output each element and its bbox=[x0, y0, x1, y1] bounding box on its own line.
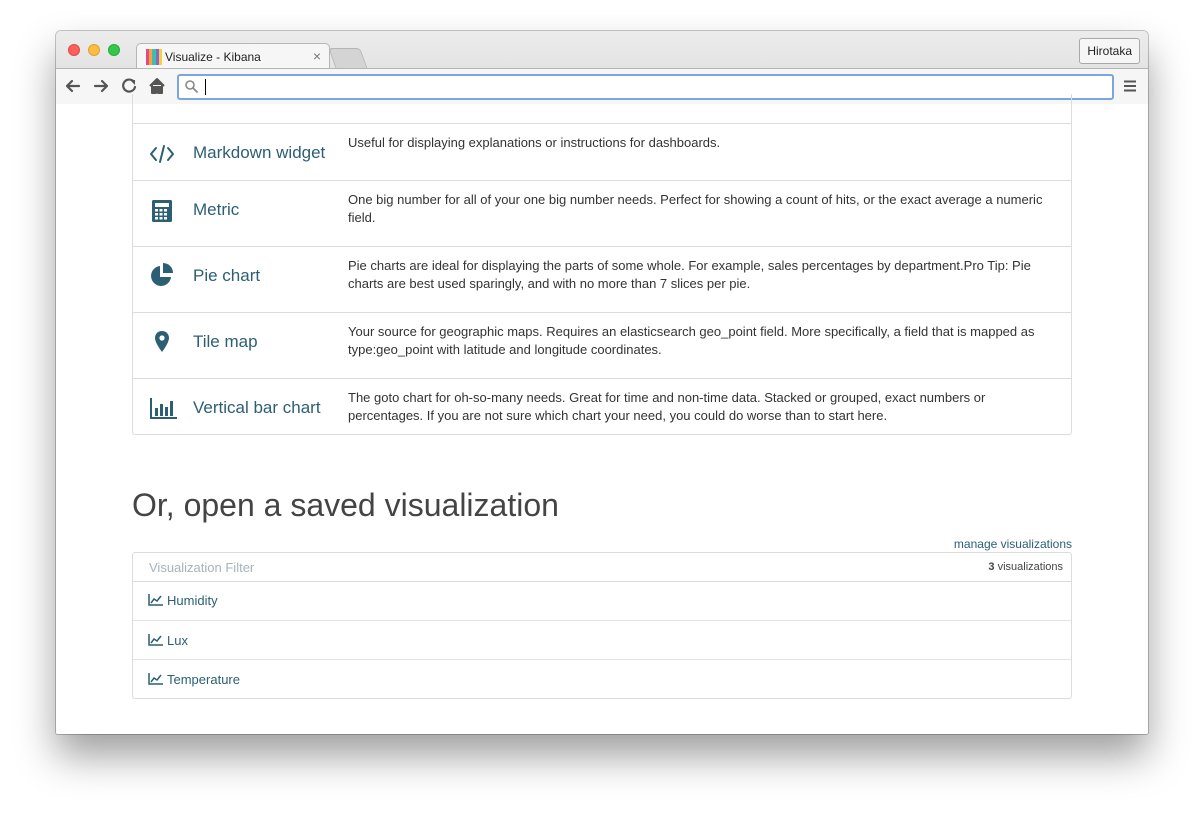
visualization-filter-input[interactable] bbox=[149, 557, 749, 577]
visualization-count: 3 visualizations bbox=[988, 561, 1063, 573]
vis-type-description: Useful for displaying explanations or in… bbox=[348, 135, 721, 150]
minimize-window-button[interactable] bbox=[88, 44, 100, 56]
kibana-favicon-icon bbox=[146, 49, 163, 65]
saved-visualization-label[interactable]: Humidity bbox=[167, 593, 218, 608]
manage-visualizations-link[interactable]: manage visualizations bbox=[954, 537, 1072, 551]
vis-type-name[interactable]: Metric bbox=[193, 200, 239, 220]
saved-visualizations-heading: Or, open a saved visualization bbox=[132, 487, 559, 523]
vis-type-name[interactable]: Pie chart bbox=[193, 266, 260, 286]
browser-tab[interactable]: Visualize - Kibana × bbox=[136, 43, 330, 70]
visualization-type-list: Markdown widget Useful for displaying ex… bbox=[132, 94, 1072, 435]
vis-type-description: Your source for geographic maps. Require… bbox=[348, 324, 1035, 357]
visualization-filter-bar: 3 visualizations bbox=[132, 552, 1072, 582]
vis-type-name[interactable]: Vertical bar chart bbox=[193, 398, 321, 418]
line-chart-icon bbox=[148, 634, 163, 646]
vis-type-description: The goto chart for oh-so-many needs. Gre… bbox=[348, 390, 986, 423]
vis-type-description: One big number for all of your one big n… bbox=[348, 192, 1043, 225]
vis-type-name[interactable]: Markdown widget bbox=[193, 143, 325, 163]
code-icon bbox=[150, 145, 174, 163]
map-marker-icon bbox=[155, 331, 169, 352]
saved-visualization-label[interactable]: Lux bbox=[167, 633, 188, 648]
profile-button[interactable]: Hirotaka bbox=[1079, 38, 1140, 64]
tab-title: Visualize - Kibana bbox=[165, 50, 261, 64]
pie-chart-icon bbox=[151, 263, 173, 286]
vis-type-description: Pie charts are ideal for displaying the … bbox=[348, 258, 1031, 291]
forward-arrow-icon[interactable] bbox=[90, 75, 112, 97]
visualization-count-label: visualizations bbox=[994, 561, 1063, 573]
vis-type-vertical-bar-chart[interactable]: Vertical bar chart The goto chart for oh… bbox=[133, 378, 1071, 444]
vis-type-markdown[interactable]: Markdown widget Useful for displaying ex… bbox=[133, 123, 1071, 180]
list-item[interactable]: Humidity bbox=[133, 581, 1071, 620]
vis-type-metric[interactable]: Metric One big number for all of your on… bbox=[133, 180, 1071, 246]
text-caret bbox=[205, 79, 206, 95]
page-content: Markdown widget Useful for displaying ex… bbox=[56, 94, 1148, 734]
new-tab-button[interactable] bbox=[328, 48, 368, 69]
back-arrow-icon[interactable] bbox=[62, 75, 84, 97]
vis-type-pie-chart[interactable]: Pie chart Pie charts are ideal for displ… bbox=[133, 246, 1071, 312]
list-item[interactable]: Lux bbox=[133, 620, 1071, 660]
bar-chart-icon bbox=[150, 398, 177, 419]
maximize-window-button[interactable] bbox=[108, 44, 120, 56]
tab-close-icon[interactable]: × bbox=[313, 48, 321, 64]
saved-visualization-label[interactable]: Temperature bbox=[167, 672, 240, 687]
close-window-button[interactable] bbox=[68, 44, 80, 56]
hamburger-menu-icon[interactable] bbox=[1123, 79, 1137, 93]
line-chart-icon bbox=[148, 673, 163, 685]
vis-type-name[interactable]: Tile map bbox=[193, 332, 258, 352]
browser-window: Visualize - Kibana × Hirotaka Markdown w… bbox=[56, 31, 1148, 734]
search-icon bbox=[185, 80, 198, 93]
calculator-icon bbox=[152, 200, 172, 222]
line-chart-icon bbox=[148, 594, 163, 606]
vis-type-tile-map[interactable]: Tile map Your source for geographic maps… bbox=[133, 312, 1071, 378]
list-item[interactable]: Temperature bbox=[133, 659, 1071, 699]
saved-visualization-list: Humidity Lux Temperature bbox=[132, 581, 1072, 699]
